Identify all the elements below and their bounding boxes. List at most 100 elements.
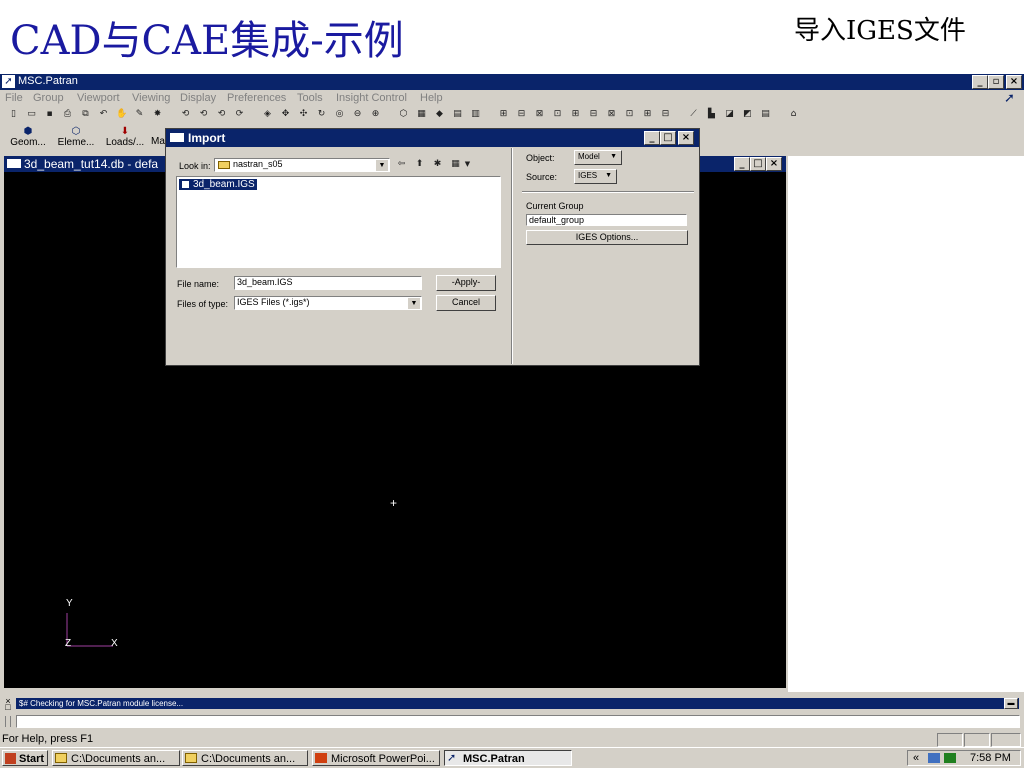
reset-graphics-icon[interactable]: ✸ <box>152 109 163 120</box>
render-4-icon[interactable]: ◩ <box>742 109 753 120</box>
fit-icon[interactable]: ◎ <box>334 109 345 120</box>
hand-icon[interactable]: ✋ <box>116 109 127 120</box>
file-list[interactable]: 3d_beam.IGS <box>176 176 501 268</box>
taskbar-item-label: C:\Documents an... <box>71 753 166 765</box>
front-view-icon[interactable]: ▦ <box>416 109 427 120</box>
iso-view-icon[interactable]: ⬡ <box>398 109 409 120</box>
display-5-icon[interactable]: ⊞ <box>570 109 581 120</box>
materials-button[interactable]: Ma <box>150 136 166 147</box>
close-button[interactable]: × <box>1006 75 1022 89</box>
menu-group[interactable]: Group <box>33 92 64 104</box>
rotate-x-icon[interactable]: ⟲ <box>180 109 191 120</box>
file-name-input[interactable]: 3d_beam.IGS <box>234 276 422 290</box>
source-select[interactable]: IGES ▼ <box>574 169 617 184</box>
dialog-minimize-button[interactable]: _ <box>644 131 660 145</box>
source-dropdown-icon: ▼ <box>605 172 612 179</box>
message-toggle-icon[interactable]: × □ <box>4 697 12 712</box>
view-menu-dropdown-icon[interactable]: ▼ <box>462 159 473 170</box>
command-input[interactable] <box>16 715 1020 728</box>
taskbar-item-documents-2[interactable]: C:\Documents an... <box>182 750 308 766</box>
viewport-minimize-button[interactable]: _ <box>734 157 750 171</box>
dialog-close-button[interactable]: × <box>678 131 694 145</box>
source-value: IGES <box>578 171 598 180</box>
render-5-icon[interactable]: ▤ <box>760 109 771 120</box>
message-scroll-button[interactable]: ▬ <box>1004 698 1018 709</box>
display-8-icon[interactable]: ⊡ <box>624 109 635 120</box>
dialog-maximize-button[interactable]: □ <box>660 131 676 145</box>
open-icon[interactable]: ▭ <box>26 109 37 120</box>
view-menu-icon[interactable]: ▦ <box>450 159 461 170</box>
home-icon[interactable]: ⌂ <box>788 109 799 120</box>
zoom-in-icon[interactable]: ⊕ <box>370 109 381 120</box>
display-3-icon[interactable]: ⊠ <box>534 109 545 120</box>
object-select[interactable]: Model ▼ <box>574 150 622 165</box>
new-icon[interactable]: ▯ <box>8 109 19 120</box>
menu-file[interactable]: File <box>5 92 23 104</box>
taskbar-item-documents-1[interactable]: C:\Documents an... <box>52 750 180 766</box>
display-4-icon[interactable]: ⊡ <box>552 109 563 120</box>
menu-viewport[interactable]: Viewport <box>77 92 120 104</box>
print-icon[interactable]: ⎙ <box>62 109 73 120</box>
menubar: File Group Viewport Viewing Display Pref… <box>0 90 1024 106</box>
label-off-icon[interactable]: ▥ <box>470 109 481 120</box>
tray-chevron-icon[interactable]: « <box>913 751 919 765</box>
monitor-icon[interactable] <box>944 753 956 763</box>
rotate-view-icon[interactable]: ↻ <box>316 109 327 120</box>
up-folder-icon[interactable]: ⬆ <box>414 159 425 170</box>
taskbar-item-patran[interactable]: ➚ MSC.Patran <box>444 750 572 766</box>
rotate-y-icon[interactable]: ⟲ <box>198 109 209 120</box>
status-bar: For Help, press F1 <box>0 732 1024 747</box>
menu-display[interactable]: Display <box>180 92 216 104</box>
menu-tools[interactable]: Tools <box>297 92 323 104</box>
geometry-button[interactable]: ⬢ Geom... <box>6 126 50 148</box>
display-6-icon[interactable]: ⊟ <box>588 109 599 120</box>
cancel-button[interactable]: Cancel <box>436 295 496 311</box>
file-type-value: IGES Files (*.igs*) <box>237 297 310 307</box>
viewport-close-button[interactable]: × <box>766 157 782 171</box>
render-2-icon[interactable]: ▙ <box>706 109 717 120</box>
taskbar-item-powerpoint[interactable]: Microsoft PowerPoi... <box>312 750 440 766</box>
undo-icon[interactable]: ↶ <box>98 109 109 120</box>
display-9-icon[interactable]: ⊞ <box>642 109 653 120</box>
copy-icon[interactable]: ⧉ <box>80 109 91 120</box>
view-icon[interactable]: ◈ <box>262 109 273 120</box>
display-10-icon[interactable]: ⊟ <box>660 109 671 120</box>
pan-icon[interactable]: ✥ <box>280 109 291 120</box>
zoom-out-icon[interactable]: ⊖ <box>352 109 363 120</box>
loads-button[interactable]: ⬇ Loads/... <box>101 126 149 148</box>
file-list-item[interactable]: 3d_beam.IGS <box>179 179 257 190</box>
menu-preferences[interactable]: Preferences <box>227 92 286 104</box>
start-button[interactable]: Start <box>2 750 48 766</box>
elements-button[interactable]: ⬡ Eleme... <box>54 126 98 148</box>
apply-button[interactable]: -Apply- <box>436 275 496 291</box>
translate-icon[interactable]: ✣ <box>298 109 309 120</box>
current-group-input[interactable]: default_group <box>526 214 687 226</box>
iges-options-button[interactable]: IGES Options... <box>526 230 688 245</box>
rotate-z-icon[interactable]: ⟲ <box>216 109 227 120</box>
look-in-select[interactable]: nastran_s05 ▼ <box>214 158 390 172</box>
render-3-icon[interactable]: ◪ <box>724 109 735 120</box>
menu-viewing[interactable]: Viewing <box>132 92 170 104</box>
network-icon[interactable] <box>928 753 940 763</box>
look-in-label: Look in: <box>179 161 211 171</box>
label-icon[interactable]: ▤ <box>452 109 463 120</box>
clear-icon[interactable]: ✎ <box>134 109 145 120</box>
minimize-button[interactable]: _ <box>972 75 988 89</box>
save-icon[interactable]: ▪ <box>44 109 55 120</box>
restore-button[interactable]: ▫ <box>988 75 1004 89</box>
rotate-free-icon[interactable]: ⟳ <box>234 109 245 120</box>
viewport-maximize-button[interactable]: □ <box>750 157 766 171</box>
menu-insight-control[interactable]: Insight Control <box>336 92 407 104</box>
slide-subtitle: 导入IGES文件 <box>794 16 966 46</box>
display-2-icon[interactable]: ⊟ <box>516 109 527 120</box>
display-7-icon[interactable]: ⊠ <box>606 109 617 120</box>
new-folder-icon[interactable]: ✱ <box>432 159 443 170</box>
right-blank-area <box>788 156 1024 692</box>
back-arrow-icon[interactable]: ⇦ <box>396 159 407 170</box>
render-1-icon[interactable]: ⟋ <box>688 109 699 120</box>
file-type-select[interactable]: IGES Files (*.igs*) ▼ <box>234 296 422 310</box>
message-log: $# Checking for MSC.Patran module licens… <box>16 698 1019 709</box>
shaded-icon[interactable]: ◆ <box>434 109 445 120</box>
menu-help[interactable]: Help <box>420 92 443 104</box>
display-1-icon[interactable]: ⊞ <box>498 109 509 120</box>
